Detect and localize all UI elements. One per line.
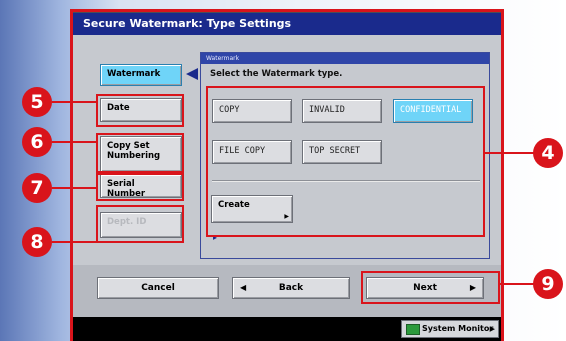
back-label: Back	[278, 283, 304, 293]
monitor-icon	[406, 324, 420, 335]
cancel-button[interactable]: Cancel	[97, 277, 219, 299]
callout-line-8	[52, 241, 96, 243]
window-title: Secure Watermark: Type Settings	[73, 13, 501, 35]
callout-box-dept	[96, 205, 184, 243]
callout-line-5	[52, 101, 96, 103]
callout-number-9: 9	[533, 269, 563, 299]
callout-number-7: 7	[22, 173, 52, 203]
chevron-right-icon: ▶	[489, 325, 495, 333]
callout-number-8: 8	[22, 227, 52, 257]
tab-watermark[interactable]: Watermark	[100, 64, 182, 86]
callout-line-4	[485, 152, 535, 154]
back-button[interactable]: ◀ Back	[232, 277, 350, 299]
callout-line-7	[52, 187, 96, 189]
callout-box-copy-set	[96, 133, 184, 173]
callout-number-4: 4	[533, 138, 563, 168]
callout-number-5: 5	[22, 87, 52, 117]
back-arrow-icon: ◀	[240, 283, 247, 292]
callout-box-next	[361, 271, 500, 304]
callout-line-6	[52, 141, 96, 143]
system-monitor-label: System Monitor	[422, 324, 494, 333]
callout-box-date	[96, 94, 184, 127]
callout-box-types	[206, 86, 485, 237]
system-monitor-button[interactable]: System Monitor ▶	[401, 320, 499, 338]
callout-line-9	[500, 283, 535, 285]
panel-instruction: Select the Watermark type.	[210, 69, 343, 79]
active-tab-arrow-icon	[186, 68, 198, 80]
panel-header: Watermark	[201, 53, 489, 64]
callout-number-6: 6	[22, 127, 52, 157]
callout-box-serial	[96, 173, 184, 201]
